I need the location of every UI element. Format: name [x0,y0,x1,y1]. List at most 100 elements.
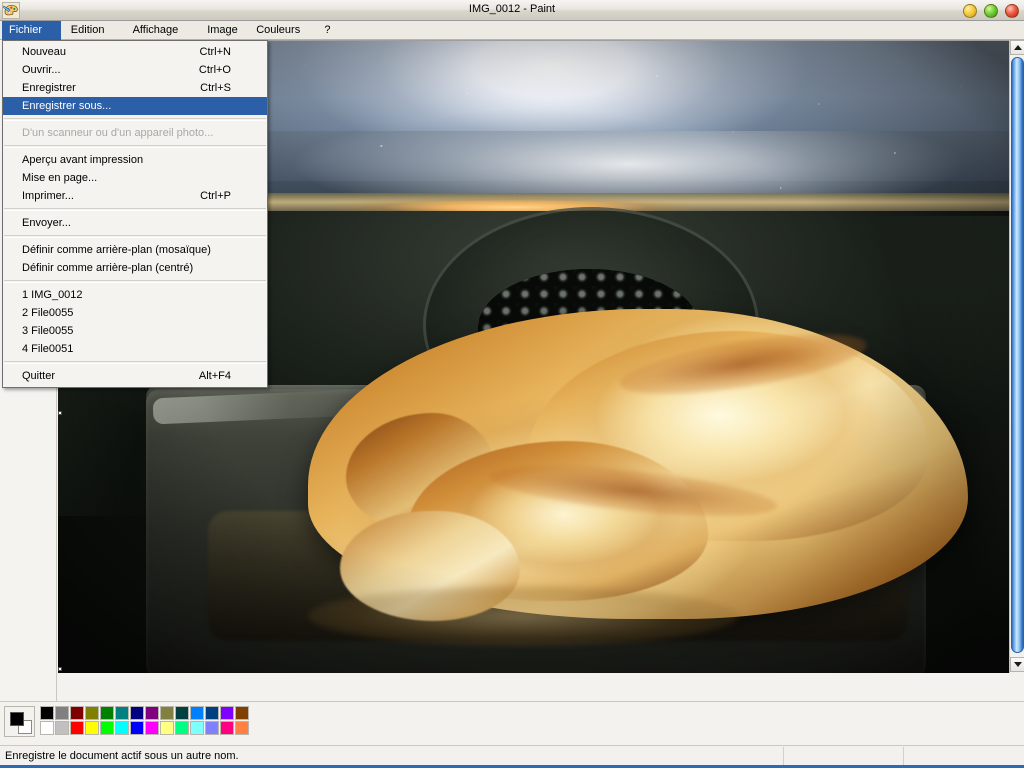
palette-swatch-row1-6[interactable] [130,706,144,720]
menu-separator [4,145,266,148]
scroll-down-button[interactable] [1010,657,1024,672]
color-swatch-row-2 [40,721,250,736]
menu-item-1-img-0012[interactable]: 1 IMG_0012 [3,286,267,304]
selection-handle-left[interactable] [58,411,62,415]
palette-swatch-row1-8[interactable] [160,706,174,720]
menu-item-label: Ouvrir... [22,64,61,76]
color-palette-bar [0,701,1024,745]
menu-separator [4,361,266,364]
color-swatches [40,706,250,736]
palette-swatch-row1-12[interactable] [220,706,234,720]
menu-item-ouvrir[interactable]: Ouvrir... Ctrl+O [3,61,267,79]
menu-item-label: Quitter [22,370,56,382]
palette-swatch-row1-11[interactable] [205,706,219,720]
menu-separator [4,208,266,211]
pan-juices [308,586,738,646]
vertical-scrollbar[interactable] [1009,40,1024,673]
palette-swatch-row2-10[interactable] [190,721,204,735]
menu-item-d-un-scanneur-ou-d-un-appareil-photo: D'un scanneur ou d'un appareil photo... [3,124,267,142]
menu-item-label: Définir comme arrière-plan (centré) [22,262,194,274]
menu-item-shortcut: Alt+F4 [198,370,231,382]
palette-swatch-row1-2[interactable] [70,706,84,720]
menu-item-label: 1 IMG_0012 [22,289,83,301]
palette-swatch-row2-4[interactable] [100,721,114,735]
menu-item-label: 4 File0051 [22,343,74,355]
menu-item-aper-u-avant-impression[interactable]: Aperçu avant impression [3,151,267,169]
menu-item-label: 3 File0055 [22,325,74,337]
palette-swatch-row2-12[interactable] [220,721,234,735]
menu-image[interactable]: Image [200,21,246,40]
palette-swatch-row2-13[interactable] [235,721,249,735]
menu-item-2-file0055[interactable]: 2 File0055 [3,304,267,322]
palette-swatch-row1-9[interactable] [175,706,189,720]
palette-swatch-row2-8[interactable] [160,721,174,735]
selection-handle-bottom-left[interactable] [58,667,62,671]
title-bar: IMG_0012 - Paint [0,0,1024,21]
menu-item-shortcut: Ctrl+O [198,64,231,76]
palette-swatch-row1-3[interactable] [85,706,99,720]
menu-item-shortcut: Ctrl+P [200,190,231,202]
menu-fichier[interactable]: Fichier [2,21,61,40]
palette-swatch-row1-4[interactable] [100,706,114,720]
menu-couleurs[interactable]: Couleurs [249,21,314,40]
palette-swatch-row1-13[interactable] [235,706,249,720]
close-button[interactable] [1005,4,1019,18]
paint-window: IMG_0012 - Paint Fichier Edition Affichage… [0,0,1024,768]
menu-item-label: Imprimer... [22,190,74,202]
palette-swatch-row2-9[interactable] [175,721,189,735]
menu-item-label: Nouveau [22,46,67,58]
status-panel-2 [783,747,903,767]
menu-item-envoyer[interactable]: Envoyer... [3,214,267,232]
vertical-scroll-thumb[interactable] [1011,57,1024,653]
palette-swatch-row2-2[interactable] [70,721,84,735]
scroll-up-button[interactable] [1010,40,1024,55]
menu-item-quitter[interactable]: Quitter Alt+F4 [3,367,267,385]
file-menu-dropdown[interactable]: Nouveau Ctrl+N Ouvrir... Ctrl+O Enregistrer C… [2,40,268,388]
palette-swatch-row2-0[interactable] [40,721,54,735]
palette-swatch-row1-0[interactable] [40,706,54,720]
menu-item-label: Enregistrer [22,82,76,94]
window-title: IMG_0012 - Paint [468,3,556,15]
status-bar: Enregistre le document actif sous un aut… [0,745,1024,768]
menu-bar: Fichier Edition Affichage Image Couleurs? [0,21,1024,40]
menu-separator [4,280,266,283]
menu-item-3-file0055[interactable]: 3 File0055 [3,322,267,340]
menu-edition[interactable]: Edition [64,21,123,40]
menu-item-nouveau[interactable]: Nouveau Ctrl+N [3,43,267,61]
menu-item-d-finir-comme-arri-re-plan-mosa-que[interactable]: Définir comme arrière-plan (mosaïque) [3,241,267,259]
palette-swatch-row1-7[interactable] [145,706,159,720]
menu-item-label: 2 File0055 [22,307,74,319]
menu-item-mise-en-page[interactable]: Mise en page... [3,169,267,187]
menu-item-imprimer[interactable]: Imprimer... Ctrl+P [3,187,267,205]
palette-swatch-row2-11[interactable] [205,721,219,735]
status-panel-3 [903,747,1024,767]
status-message: Enregistre le document actif sous un aut… [5,750,239,762]
maximize-button[interactable] [984,4,998,18]
menu-item-d-finir-comme-arri-re-plan-centr[interactable]: Définir comme arrière-plan (centré) [3,259,267,277]
palette-swatch-row2-5[interactable] [115,721,129,735]
menu-item-shortcut: Ctrl+S [200,82,231,94]
menu-item-label: Envoyer... [22,217,71,229]
menu-item-shortcut: Ctrl+N [199,46,231,58]
menu-item-label: D'un scanneur ou d'un appareil photo... [22,127,214,139]
menu-item-label: Définir comme arrière-plan (mosaïque) [22,244,211,256]
menu-item-enregistrer[interactable]: Enregistrer Ctrl+S [3,79,267,97]
palette-swatch-row2-7[interactable] [145,721,159,735]
palette-swatch-row2-3[interactable] [85,721,99,735]
palette-swatch-row1-10[interactable] [190,706,204,720]
menu-affichage[interactable]: Affichage [126,21,198,40]
menu-item-label: Aperçu avant impression [22,154,144,166]
menu-separator [4,235,266,238]
palette-swatch-row2-1[interactable] [55,721,69,735]
minimize-button[interactable] [963,4,977,18]
color-swatch-row-1 [40,706,250,721]
menu-item-enregistrer-sous[interactable]: Enregistrer sous... [3,97,267,115]
menu-[interactable]: ? [317,21,337,40]
palette-swatch-row1-5[interactable] [115,706,129,720]
menu-item-label: Enregistrer sous... [22,100,112,112]
current-colors-indicator[interactable] [4,706,35,737]
palette-swatch-row1-1[interactable] [55,706,69,720]
menu-item-4-file0051[interactable]: 4 File0051 [3,340,267,358]
palette-swatch-row2-6[interactable] [130,721,144,735]
foreground-color-swatch[interactable] [10,712,24,726]
